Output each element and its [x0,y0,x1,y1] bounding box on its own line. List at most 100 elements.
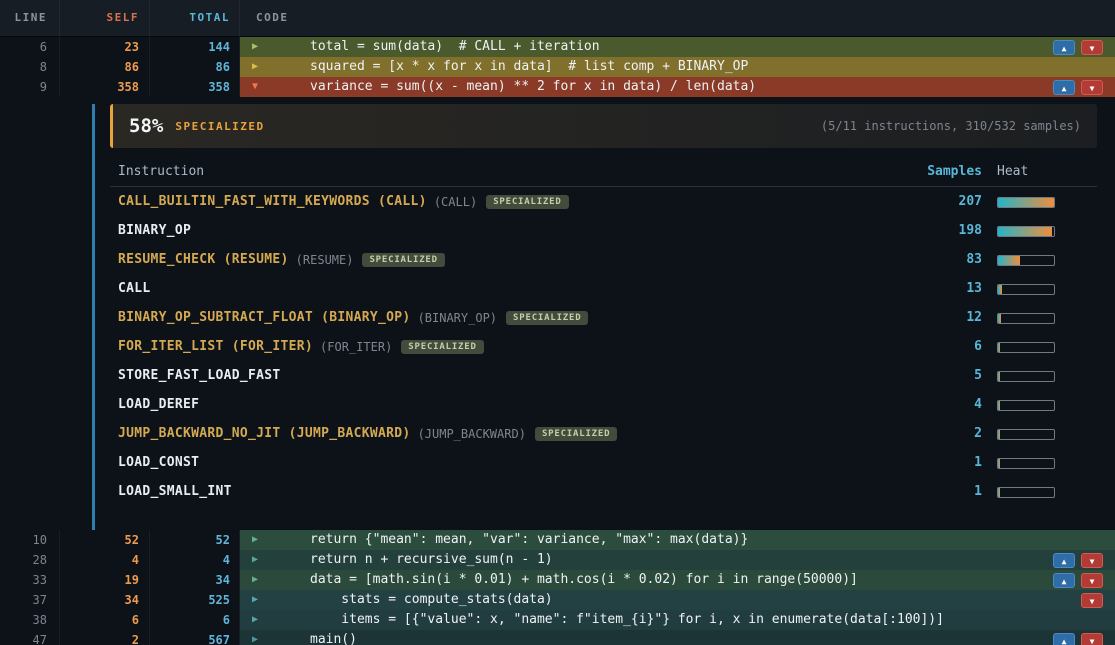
expand-icon[interactable]: ▶ [252,590,266,610]
instruction-cell: JUMP_BACKWARD_NO_JIT (JUMP_BACKWARD)(JUM… [110,426,912,441]
specialized-badge: SPECIALIZED [401,340,483,354]
total-samples: 358 [150,77,240,97]
instruction-row: LOAD_CONST 1 [110,448,1097,477]
code-cell[interactable]: ▶total = sum(data) # CALL + iteration▲▼ [240,37,1115,57]
heat-bar-fill [998,459,1000,468]
code-text: stats = compute_stats(data) [310,590,553,610]
instruction-samples: 1 [912,455,982,470]
jump-up-button[interactable]: ▲ [1053,553,1075,568]
instruction-samples: 207 [912,194,982,209]
specialized-badge: SPECIALIZED [362,253,444,267]
instruction-row: CALL13 [110,274,1097,303]
expand-icon[interactable]: ▶ [252,610,266,630]
line-number: 47 [0,630,60,645]
code-cell[interactable]: ▶return n + recursive_sum(n - 1)▲▼ [240,550,1115,570]
heat-cell [982,453,1097,472]
instruction-name: FOR_ITER_LIST (FOR_ITER) [118,339,313,354]
heat-bar [997,400,1055,411]
self-samples: 358 [60,77,150,97]
instruction-base-opcode: (FOR_ITER) [320,340,392,354]
heat-bar [997,313,1055,324]
self-samples: 6 [60,610,150,630]
row-buttons: ▲▼ [1053,80,1115,95]
expanded-region: 58% SPECIALIZED (5/11 instructions, 310/… [0,104,1115,530]
instruction-base-opcode: (BINARY_OP) [418,311,497,325]
heat-bar-fill [998,256,1020,265]
specialization-panel: 58% SPECIALIZED (5/11 instructions, 310/… [110,104,1097,506]
jump-down-button[interactable]: ▼ [1081,80,1103,95]
code-text: variance = sum((x - mean) ** 2 for x in … [310,77,756,97]
jump-down-button[interactable]: ▼ [1081,633,1103,645]
heat-bar [997,487,1055,498]
heat-cell [982,482,1097,501]
heat-bar-fill [998,488,1000,497]
instruction-row: BINARY_OP198 [110,216,1097,245]
heat-bar [997,226,1055,237]
code-cell[interactable]: ▶return {"mean": mean, "var": variance, … [240,530,1115,550]
code-text: main() [310,630,357,645]
self-samples: 52 [60,530,150,550]
heat-bar [997,429,1055,440]
code-cell[interactable]: ▶ stats = compute_stats(data) ▼ [240,590,1115,610]
heat-cell [982,192,1097,211]
self-samples: 23 [60,37,150,57]
total-samples: 144 [150,37,240,57]
jump-down-button[interactable]: ▼ [1081,593,1103,608]
heat-bar [997,197,1055,208]
expand-icon[interactable]: ▶ [252,570,266,590]
code-cell[interactable]: ▶ items = [{"value": x, "name": f"item_{… [240,610,1115,630]
instruction-samples: 83 [912,252,982,267]
instruction-samples: 12 [912,310,982,325]
code-text: data = [math.sin(i * 0.01) + math.cos(i … [310,570,858,590]
jump-up-button[interactable]: ▲ [1053,80,1075,95]
line-number: 28 [0,550,60,570]
instruction-name: LOAD_DEREF [118,397,199,412]
jump-up-button[interactable]: ▲ [1053,573,1075,588]
expand-icon[interactable]: ▶ [252,57,266,77]
heat-cell [982,221,1097,240]
collapse-icon[interactable]: ▼ [252,77,266,97]
heat-bar-fill [998,401,1000,410]
expand-icon[interactable]: ▶ [252,37,266,57]
self-samples: 86 [60,57,150,77]
instruction-samples: 4 [912,397,982,412]
jump-down-button[interactable]: ▼ [1081,40,1103,55]
instruction-row: STORE_FAST_LOAD_FAST 5 [110,361,1097,390]
instruction-name: LOAD_CONST [118,455,199,470]
samples-column-header: Samples [912,164,982,179]
code-cell[interactable]: ▼ variance = sum((x - mean) ** 2 for x in… [240,77,1115,97]
instruction-samples: 6 [912,339,982,354]
line-number: 10 [0,530,60,550]
instruction-name: BINARY_OP [118,223,191,238]
expand-icon[interactable]: ▶ [252,630,266,645]
jump-down-button[interactable]: ▼ [1081,573,1103,588]
instruction-row: CALL_BUILTIN_FAST_WITH_KEYWORDS (CALL)(C… [110,187,1097,216]
instruction-column-header: Instruction [110,164,912,179]
total-samples: 6 [150,610,240,630]
instruction-name: STORE_FAST_LOAD_FAST [118,368,281,383]
expand-icon[interactable]: ▶ [252,550,266,570]
jump-up-button[interactable]: ▲ [1053,40,1075,55]
specialized-badge: SPECIALIZED [486,195,568,209]
line-number: 9 [0,77,60,97]
total-samples: 4 [150,550,240,570]
heat-bar-fill [998,314,1001,323]
instruction-rows: CALL_BUILTIN_FAST_WITH_KEYWORDS (CALL)(C… [110,187,1097,506]
total-samples: 86 [150,57,240,77]
code-cell[interactable]: ▶squared = [x * x for x in data] # list … [240,57,1115,77]
instruction-table-header: Instruction Samples Heat [110,156,1097,187]
jump-up-button[interactable]: ▲ [1053,633,1075,645]
instruction-cell: RESUME_CHECK (RESUME)(RESUME)SPECIALIZED [110,252,912,267]
instruction-base-opcode: (CALL) [434,195,477,209]
column-header-code: CODE [240,0,1115,36]
expand-icon[interactable]: ▶ [252,530,266,550]
line-number: 6 [0,37,60,57]
code-cell[interactable]: ▶ main() ▲ ▼ [240,630,1115,645]
instruction-table: Instruction Samples Heat CALL_BUILTIN_FA… [110,156,1097,506]
jump-down-button[interactable]: ▼ [1081,553,1103,568]
column-header-row: LINE SELF TOTAL CODE [0,0,1115,37]
heat-bar-fill [998,227,1052,236]
instruction-samples: 5 [912,368,982,383]
heat-bar [997,342,1055,353]
code-cell[interactable]: ▶ data = [math.sin(i * 0.01) + math.cos(i… [240,570,1115,590]
